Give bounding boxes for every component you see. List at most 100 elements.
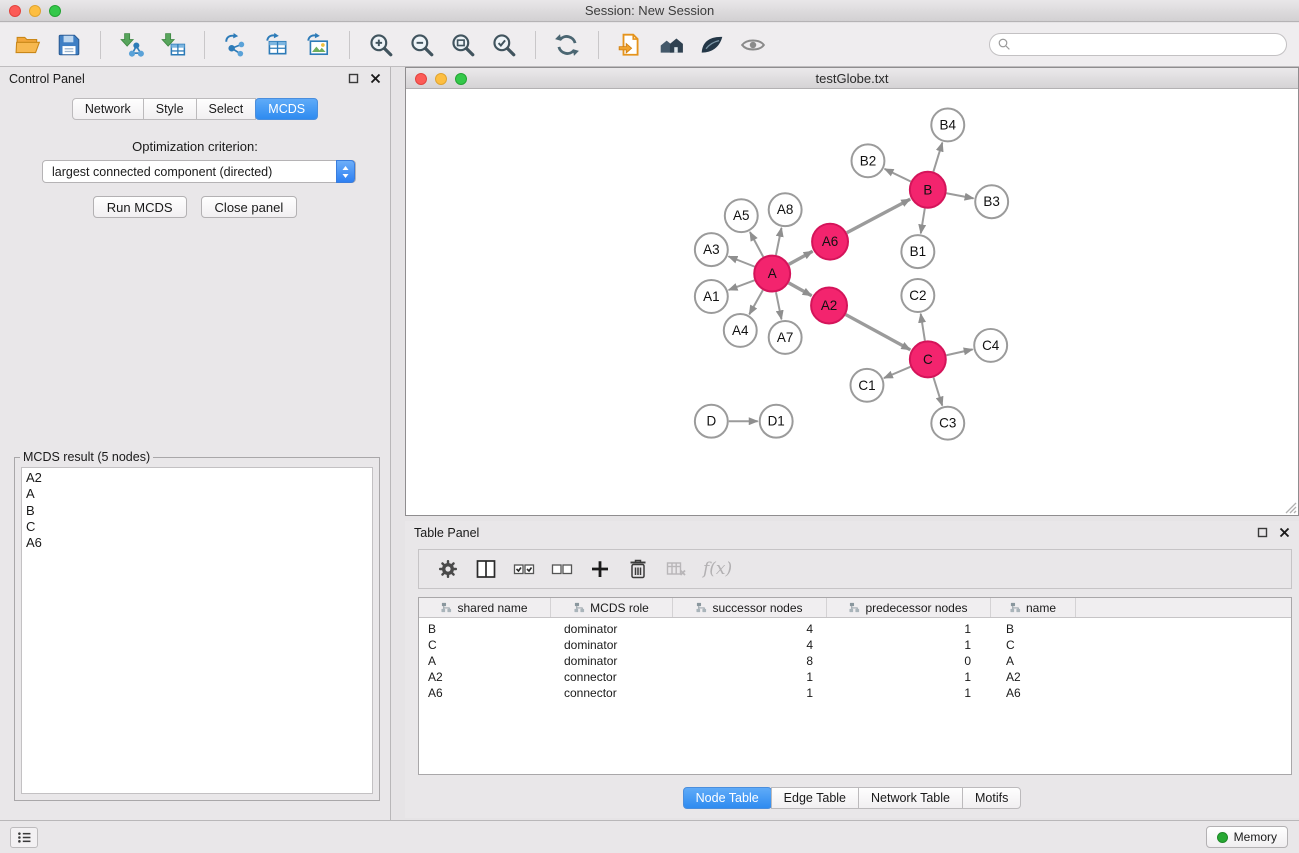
table-cell[interactable]: 1	[673, 685, 827, 701]
refresh-button[interactable]	[551, 28, 583, 62]
table-cell[interactable]: dominator	[551, 637, 673, 653]
export-network-button[interactable]	[220, 28, 252, 62]
table-cell[interactable]: 1	[827, 669, 991, 685]
node-B[interactable]: B	[910, 172, 946, 208]
table-cell[interactable]: C	[419, 637, 551, 653]
table-cell[interactable]: 1	[827, 637, 991, 653]
table-cell[interactable]: dominator	[551, 621, 673, 637]
export-table-button[interactable]	[261, 28, 293, 62]
edge-C-C1[interactable]	[884, 367, 910, 378]
eye-button[interactable]	[737, 28, 769, 62]
node-A6[interactable]: A6	[812, 224, 848, 260]
table-cell[interactable]: A6	[419, 685, 551, 701]
import-network-button[interactable]	[116, 28, 148, 62]
edge-A-A5[interactable]	[750, 232, 763, 257]
result-item[interactable]: A	[22, 486, 372, 502]
network-canvas[interactable]: B4B2BB3A5A8A6A3B1AC2A1A2A4A7C4CC1C3DD1	[406, 90, 1298, 515]
search-input[interactable]	[989, 33, 1287, 56]
zoom-in-button[interactable]	[365, 28, 397, 62]
table-cell[interactable]: C	[991, 637, 1076, 653]
result-item[interactable]: C	[22, 519, 372, 535]
node-A3[interactable]: A3	[695, 233, 728, 266]
network-window-titlebar[interactable]: testGlobe.txt	[406, 68, 1298, 89]
table-cell[interactable]: 0	[827, 653, 991, 669]
node-C3[interactable]: C3	[931, 407, 964, 440]
tab-motifs[interactable]: Motifs	[962, 787, 1021, 809]
edge-A-A6[interactable]	[789, 251, 813, 264]
export-image-button[interactable]	[302, 28, 334, 62]
node-B4[interactable]: B4	[931, 108, 964, 141]
table-cell[interactable]: 4	[673, 621, 827, 637]
edge-C-C3[interactable]	[933, 377, 942, 405]
close-panel-button[interactable]: Close panel	[201, 196, 298, 218]
column-header-successor-nodes[interactable]: successor nodes	[673, 598, 827, 617]
float-panel-icon[interactable]	[348, 73, 359, 84]
result-item[interactable]: A6	[22, 535, 372, 551]
minimize-network-window-button[interactable]	[435, 73, 447, 85]
node-A8[interactable]: A8	[769, 193, 802, 226]
edge-B-B3[interactable]	[946, 193, 973, 198]
edge-C-C4[interactable]	[946, 349, 972, 355]
delete-table-button[interactable]	[657, 552, 695, 586]
table-row[interactable]: A2connector11A2	[419, 669, 1291, 685]
table-cell[interactable]: A2	[991, 669, 1076, 685]
minimize-window-button[interactable]	[29, 5, 41, 17]
report-button[interactable]	[614, 28, 646, 62]
table-cell[interactable]: connector	[551, 685, 673, 701]
float-panel-icon[interactable]	[1257, 527, 1268, 538]
edge-A-A3[interactable]	[729, 256, 755, 266]
result-item[interactable]: A2	[22, 470, 372, 486]
table-settings-button[interactable]	[429, 552, 467, 586]
table-cell[interactable]: A6	[991, 685, 1076, 701]
edge-A6-B[interactable]	[847, 199, 910, 233]
zoom-selected-button[interactable]	[488, 28, 520, 62]
node-A1[interactable]: A1	[695, 280, 728, 313]
table-cell[interactable]: B	[419, 621, 551, 637]
home-button[interactable]	[655, 28, 687, 62]
tab-select[interactable]: Select	[196, 98, 257, 120]
badge-button[interactable]	[696, 28, 728, 62]
save-session-button[interactable]	[53, 28, 85, 62]
edge-B-B2[interactable]	[885, 169, 911, 182]
node-C4[interactable]: C4	[974, 329, 1007, 362]
tab-network-table[interactable]: Network Table	[858, 787, 963, 809]
open-session-button[interactable]	[12, 28, 44, 62]
table-cell[interactable]: connector	[551, 669, 673, 685]
close-panel-icon[interactable]	[1279, 527, 1290, 538]
node-A5[interactable]: A5	[725, 199, 758, 232]
table-row[interactable]: Bdominator41B	[419, 621, 1291, 637]
table-cell[interactable]: A	[991, 653, 1076, 669]
edge-A-A8[interactable]	[776, 228, 782, 255]
table-cell[interactable]: B	[991, 621, 1076, 637]
dropdown-stepper[interactable]	[336, 160, 355, 183]
node-A[interactable]: A	[754, 256, 790, 292]
column-header-predecessor-nodes[interactable]: predecessor nodes	[827, 598, 991, 617]
edge-A2-C[interactable]	[846, 315, 911, 350]
table-cell[interactable]: 8	[673, 653, 827, 669]
node-C2[interactable]: C2	[901, 279, 934, 312]
memory-button[interactable]: Memory	[1206, 826, 1288, 848]
select-all-button[interactable]	[505, 552, 543, 586]
zoom-network-window-button[interactable]	[455, 73, 467, 85]
deselect-all-button[interactable]	[543, 552, 581, 586]
node-C[interactable]: C	[910, 341, 946, 377]
tab-mcds[interactable]: MCDS	[255, 98, 318, 120]
zoom-out-button[interactable]	[406, 28, 438, 62]
mcds-result-list[interactable]: A2ABCA6	[21, 467, 373, 794]
node-B3[interactable]: B3	[975, 185, 1008, 218]
import-table-button[interactable]	[157, 28, 189, 62]
edge-A-A2[interactable]	[789, 283, 812, 296]
criterion-dropdown[interactable]: largest connected component (directed)	[42, 160, 356, 183]
node-D[interactable]: D	[695, 405, 728, 438]
result-item[interactable]: B	[22, 503, 372, 519]
table-cell[interactable]: 4	[673, 637, 827, 653]
table-cell[interactable]: A	[419, 653, 551, 669]
zoom-window-button[interactable]	[49, 5, 61, 17]
tab-edge-table[interactable]: Edge Table	[771, 787, 859, 809]
node-A4[interactable]: A4	[724, 314, 757, 347]
close-window-button[interactable]	[9, 5, 21, 17]
task-history-button[interactable]	[10, 827, 38, 848]
edge-A-A1[interactable]	[729, 280, 755, 290]
add-column-button[interactable]	[581, 552, 619, 586]
table-cell[interactable]: A2	[419, 669, 551, 685]
